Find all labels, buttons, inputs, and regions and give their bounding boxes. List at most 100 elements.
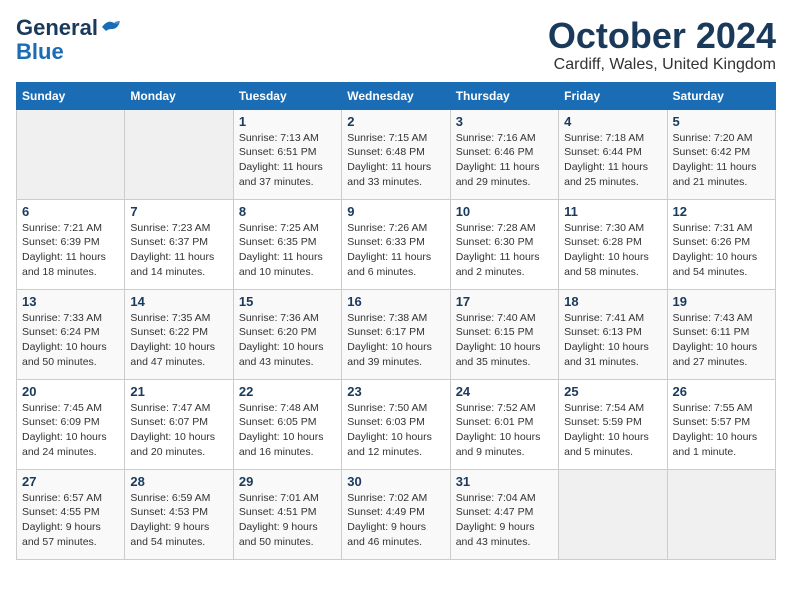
day-header-saturday: Saturday	[667, 82, 775, 109]
day-info: Sunrise: 7:15 AMSunset: 6:48 PMDaylight:…	[347, 131, 444, 190]
calendar-cell: 21 Sunrise: 7:47 AMSunset: 6:07 PMDayligh…	[125, 379, 233, 469]
day-number: 7	[130, 204, 227, 219]
day-info: Sunrise: 7:40 AMSunset: 6:15 PMDaylight:…	[456, 311, 553, 370]
calendar-cell: 11Sunrise: 7:30 AMSunset: 6:28 PMDayligh…	[559, 199, 667, 289]
logo-blue: Blue	[16, 39, 64, 64]
day-number: 15	[239, 294, 336, 309]
calendar-cell: 14Sunrise: 7:35 AMSunset: 6:22 PMDayligh…	[125, 289, 233, 379]
calendar-cell	[667, 469, 775, 559]
day-number: 23	[347, 384, 444, 399]
day-info: Sunrise: 7:30 AMSunset: 6:28 PMDaylight:…	[564, 221, 661, 280]
calendar-cell: 16 Sunrise: 7:38 AMSunset: 6:17 PMDayligh…	[342, 289, 450, 379]
day-number: 30	[347, 474, 444, 489]
day-number: 20	[22, 384, 119, 399]
day-header-friday: Friday	[559, 82, 667, 109]
calendar-cell	[559, 469, 667, 559]
page-subtitle: Cardiff, Wales, United Kingdom	[548, 56, 776, 74]
day-number: 19	[673, 294, 770, 309]
day-info: Sunrise: 7:45 AMSunset: 6:09 PMDaylight:…	[22, 401, 119, 460]
day-info: Sunrise: 7:35 AMSunset: 6:22 PMDaylight:…	[130, 311, 227, 370]
day-info: Sunrise: 7:38 AMSunset: 6:17 PMDaylight:…	[347, 311, 444, 370]
day-info: Sunrise: 7:18 AMSunset: 6:44 PMDaylight:…	[564, 131, 661, 190]
day-info: Sunrise: 7:28 AMSunset: 6:30 PMDaylight:…	[456, 221, 553, 280]
day-info: Sunrise: 7:50 AMSunset: 6:03 PMDaylight:…	[347, 401, 444, 460]
day-number: 31	[456, 474, 553, 489]
calendar-cell: 27Sunrise: 6:57 AMSunset: 4:55 PMDayligh…	[17, 469, 125, 559]
calendar-cell: 19Sunrise: 7:43 AMSunset: 6:11 PMDayligh…	[667, 289, 775, 379]
calendar-cell: 23 Sunrise: 7:50 AMSunset: 6:03 PMDayligh…	[342, 379, 450, 469]
day-info: Sunrise: 7:36 AMSunset: 6:20 PMDaylight:…	[239, 311, 336, 370]
day-number: 17	[456, 294, 553, 309]
day-header-sunday: Sunday	[17, 82, 125, 109]
day-number: 22	[239, 384, 336, 399]
calendar-cell: 25 Sunrise: 7:54 AMSunset: 5:59 PMDayligh…	[559, 379, 667, 469]
calendar-cell: 24 Sunrise: 7:52 AMSunset: 6:01 PMDayligh…	[450, 379, 558, 469]
calendar-cell: 6 Sunrise: 7:21 AMSunset: 6:39 PMDaylight…	[17, 199, 125, 289]
day-number: 2	[347, 114, 444, 129]
day-info: Sunrise: 7:04 AMSunset: 4:47 PMDaylight:…	[456, 491, 553, 550]
day-number: 4	[564, 114, 661, 129]
calendar-cell: 22 Sunrise: 7:48 AMSunset: 6:05 PMDayligh…	[233, 379, 341, 469]
day-info: Sunrise: 7:48 AMSunset: 6:05 PMDaylight:…	[239, 401, 336, 460]
day-number: 27	[22, 474, 119, 489]
calendar-cell: 29 Sunrise: 7:01 AMSunset: 4:51 PMDayligh…	[233, 469, 341, 559]
day-info: Sunrise: 7:33 AMSunset: 6:24 PMDaylight:…	[22, 311, 119, 370]
day-info: Sunrise: 7:54 AMSunset: 5:59 PMDaylight:…	[564, 401, 661, 460]
day-number: 29	[239, 474, 336, 489]
day-info: Sunrise: 7:16 AMSunset: 6:46 PMDaylight:…	[456, 131, 553, 190]
calendar-table: SundayMondayTuesdayWednesdayThursdayFrid…	[16, 82, 776, 560]
calendar-cell	[125, 109, 233, 199]
day-number: 24	[456, 384, 553, 399]
calendar-cell: 18 Sunrise: 7:41 AMSunset: 6:13 PMDayligh…	[559, 289, 667, 379]
day-number: 3	[456, 114, 553, 129]
day-info: Sunrise: 7:13 AMSunset: 6:51 PMDaylight:…	[239, 131, 336, 190]
calendar-cell: 17 Sunrise: 7:40 AMSunset: 6:15 PMDayligh…	[450, 289, 558, 379]
day-number: 26	[673, 384, 770, 399]
day-number: 8	[239, 204, 336, 219]
day-info: Sunrise: 7:25 AMSunset: 6:35 PMDaylight:…	[239, 221, 336, 280]
logo: General Blue	[16, 16, 122, 64]
calendar-cell: 28Sunrise: 6:59 AMSunset: 4:53 PMDayligh…	[125, 469, 233, 559]
calendar-cell: 15 Sunrise: 7:36 AMSunset: 6:20 PMDayligh…	[233, 289, 341, 379]
day-info: Sunrise: 7:31 AMSunset: 6:26 PMDaylight:…	[673, 221, 770, 280]
page-title: October 2024	[548, 16, 776, 56]
day-number: 18	[564, 294, 661, 309]
logo-bird-icon	[100, 16, 122, 40]
day-number: 16	[347, 294, 444, 309]
calendar-cell: 30 Sunrise: 7:02 AMSunset: 4:49 PMDayligh…	[342, 469, 450, 559]
day-info: Sunrise: 7:20 AMSunset: 6:42 PMDaylight:…	[673, 131, 770, 190]
day-info: Sunrise: 7:23 AMSunset: 6:37 PMDaylight:…	[130, 221, 227, 280]
day-number: 21	[130, 384, 227, 399]
calendar-cell: 13Sunrise: 7:33 AMSunset: 6:24 PMDayligh…	[17, 289, 125, 379]
calendar-cell: 20 Sunrise: 7:45 AMSunset: 6:09 PMDayligh…	[17, 379, 125, 469]
calendar-cell: 2 Sunrise: 7:15 AMSunset: 6:48 PMDaylight…	[342, 109, 450, 199]
calendar-cell: 12 Sunrise: 7:31 AMSunset: 6:26 PMDayligh…	[667, 199, 775, 289]
calendar-cell	[17, 109, 125, 199]
logo-general: General	[16, 15, 98, 40]
day-number: 28	[130, 474, 227, 489]
day-number: 10	[456, 204, 553, 219]
day-header-monday: Monday	[125, 82, 233, 109]
calendar-cell: 1 Sunrise: 7:13 AMSunset: 6:51 PMDaylight…	[233, 109, 341, 199]
title-area: October 2024 Cardiff, Wales, United King…	[548, 16, 776, 74]
calendar-cell: 4 Sunrise: 7:18 AMSunset: 6:44 PMDaylight…	[559, 109, 667, 199]
day-info: Sunrise: 7:21 AMSunset: 6:39 PMDaylight:…	[22, 221, 119, 280]
day-number: 5	[673, 114, 770, 129]
day-number: 1	[239, 114, 336, 129]
day-number: 12	[673, 204, 770, 219]
calendar-cell: 10 Sunrise: 7:28 AMSunset: 6:30 PMDayligh…	[450, 199, 558, 289]
day-info: Sunrise: 7:47 AMSunset: 6:07 PMDaylight:…	[130, 401, 227, 460]
day-info: Sunrise: 7:02 AMSunset: 4:49 PMDaylight:…	[347, 491, 444, 550]
day-number: 25	[564, 384, 661, 399]
day-info: Sunrise: 7:41 AMSunset: 6:13 PMDaylight:…	[564, 311, 661, 370]
day-info: Sunrise: 7:01 AMSunset: 4:51 PMDaylight:…	[239, 491, 336, 550]
day-info: Sunrise: 7:55 AMSunset: 5:57 PMDaylight:…	[673, 401, 770, 460]
calendar-cell: 9Sunrise: 7:26 AMSunset: 6:33 PMDaylight…	[342, 199, 450, 289]
day-info: Sunrise: 7:52 AMSunset: 6:01 PMDaylight:…	[456, 401, 553, 460]
calendar-cell: 7 Sunrise: 7:23 AMSunset: 6:37 PMDaylight…	[125, 199, 233, 289]
calendar-cell: 3 Sunrise: 7:16 AMSunset: 6:46 PMDaylight…	[450, 109, 558, 199]
day-header-thursday: Thursday	[450, 82, 558, 109]
day-number: 6	[22, 204, 119, 219]
calendar-cell: 5 Sunrise: 7:20 AMSunset: 6:42 PMDaylight…	[667, 109, 775, 199]
day-number: 9	[347, 204, 444, 219]
